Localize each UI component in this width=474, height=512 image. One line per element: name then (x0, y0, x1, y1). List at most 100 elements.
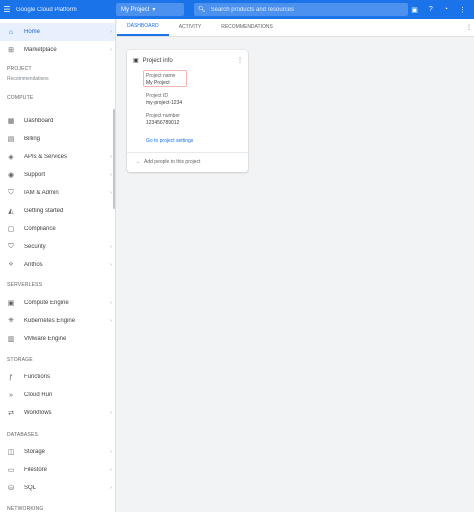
bell-icon[interactable]: ◔ (444, 6, 448, 14)
sidebar-item-compliance[interactable]: ▢ Compliance (0, 220, 115, 238)
sidebar-item-billing[interactable]: ▤ Billing (0, 130, 115, 148)
project-name-value: My Project (146, 80, 170, 86)
grid-icon: ▦ (7, 118, 15, 125)
database-icon: ⛁ (8, 485, 14, 492)
arrow-right-icon: → (135, 159, 140, 165)
card-header: ▣ Project info (133, 57, 173, 65)
project-name: My Project (121, 6, 150, 13)
flow-icon: ⇄ (8, 410, 14, 417)
sidebar-item-marketplace[interactable]: ⊞ Marketplace › (0, 41, 115, 59)
sidebar-item-vmware[interactable]: ▥ VMware Engine (0, 330, 115, 348)
project-number-value: 123456789012 (146, 120, 180, 126)
dashboard-tabs: DASHBOARD ACTIVITY RECOMMENDATIONS ⋮ (117, 19, 474, 37)
section-label-storage: STORAGE (7, 357, 33, 363)
sidebar-item-label: Billing (24, 136, 41, 142)
top-app-bar: ☰ Google Cloud Platform My Project ▾ 🔍︎ … (0, 0, 474, 19)
sidebar-item-workflows[interactable]: ⇄ Workflows › (0, 404, 115, 422)
home-icon: ⌂ (8, 28, 14, 36)
sidebar-item-sql[interactable]: ⛁ SQL › (0, 479, 115, 497)
chevron-down-icon: ▾ (152, 7, 156, 13)
pin-icon[interactable]: › (106, 29, 115, 35)
check-icon: ▢ (7, 226, 15, 233)
cluster-icon: ⎈ (8, 317, 14, 324)
sidebar-item-support[interactable]: ◉ Support › (0, 166, 115, 184)
topbar-actions: ▣ ? ◔ ⋮ (411, 6, 474, 14)
search-icon: 🔍︎ (198, 7, 206, 13)
hamburger-icon[interactable]: ☰ (0, 0, 14, 19)
sidebar-item-label: Anthos (24, 262, 43, 268)
api-icon: ◈ (8, 154, 14, 161)
more-icon[interactable]: ⋮ (459, 6, 466, 14)
cart-icon: ⊞ (8, 47, 14, 54)
info-icon: ▣ (133, 58, 139, 64)
chevron-right-icon: › (110, 300, 112, 306)
chevron-right-icon: › (110, 467, 112, 473)
sidebar-item-label: Security (24, 244, 46, 250)
sidebar-item-dashboard[interactable]: ▦ Dashboard (0, 112, 115, 130)
sidebar-item-storage[interactable]: ◫ Storage › (0, 443, 115, 461)
project-settings-link[interactable]: Go to project settings (146, 138, 193, 144)
sidebar-item-label: APIs & Services (24, 154, 68, 160)
sidebar-item-home[interactable]: ⌂ Home › (0, 23, 115, 41)
more-icon[interactable]: ⋮ (466, 18, 474, 36)
add-people-link[interactable]: → Add people to this project (135, 159, 200, 165)
tab-recommendations[interactable]: RECOMMENDATIONS (211, 18, 283, 36)
sidebar-item-getting-started[interactable]: ◭ Getting started (0, 202, 115, 220)
server-icon: ▥ (7, 336, 15, 343)
sidebar-item-functions[interactable]: ƒ Functions (0, 368, 115, 386)
rocket-icon: ◭ (8, 208, 14, 215)
sidebar-item-label: Home (24, 29, 41, 35)
folder-icon: ▭ (7, 467, 15, 474)
section-label-serverless: SERVERLESS (7, 282, 43, 288)
sidebar-item-label: Functions (24, 374, 51, 380)
support-icon: ◉ (7, 172, 15, 179)
more-icon[interactable]: ⋮ (237, 57, 243, 64)
sidebar-item-label: VMware Engine (24, 336, 67, 342)
pin-icon[interactable]: › (106, 47, 115, 53)
sidebar-item-security[interactable]: ⛉ Security › (0, 238, 115, 256)
search-box[interactable]: 🔍︎ (194, 3, 408, 16)
sidebar-item-filestore[interactable]: ▭ Filestore › (0, 461, 115, 479)
section-label-networking: NETWORKING (7, 506, 44, 512)
chevron-right-icon: › (110, 485, 112, 491)
project-selector[interactable]: My Project ▾ (116, 3, 184, 16)
chevron-right-icon: › (110, 410, 112, 416)
function-icon: ƒ (9, 373, 13, 381)
section-sub-recommendations[interactable]: Recommendations (7, 76, 49, 82)
sidebar-item-label: Compliance (24, 226, 56, 232)
search-input[interactable] (210, 6, 401, 13)
sidebar-item-apis[interactable]: ◈ APIs & Services › (0, 148, 115, 166)
brand-title[interactable]: Google Cloud Platform (16, 7, 110, 13)
sidebar-item-cloud-run[interactable]: » Cloud Run (0, 386, 115, 404)
sidebar-item-label: Kubernetes Engine (24, 318, 76, 324)
tab-dashboard[interactable]: DASHBOARD (117, 18, 169, 36)
gift-icon[interactable]: ▣ (411, 6, 418, 14)
project-number-label: Project number (146, 113, 180, 119)
navigation-sidebar: ⌂ Home › ⊞ Marketplace › PROJECT Recomme… (0, 19, 116, 512)
sidebar-item-label: Cloud Run (24, 392, 53, 398)
project-id-value: my-project-1234 (146, 100, 183, 106)
sidebar-item-kubernetes[interactable]: ⎈ Kubernetes Engine › (0, 312, 115, 330)
sidebar-item-iam[interactable]: ⛉ IAM & Admin › (0, 184, 115, 202)
tab-activity[interactable]: ACTIVITY (169, 18, 212, 36)
sidebar-item-anthos[interactable]: ⟡ Anthos › (0, 256, 115, 274)
sidebar-item-label: SQL (24, 485, 37, 491)
chip-icon: ▣ (7, 300, 15, 307)
sidebar-item-label: Getting started (24, 208, 64, 214)
sidebar-item-label: Workflows (24, 410, 52, 416)
sidebar-item-label: Dashboard (24, 118, 54, 124)
bucket-icon: ◫ (7, 449, 15, 456)
sidebar-item-compute-engine[interactable]: ▣ Compute Engine › (0, 294, 115, 312)
project-id-label: Project ID (146, 93, 168, 99)
lock-icon: ⛉ (8, 243, 14, 250)
help-icon[interactable]: ? (429, 6, 433, 14)
anthos-icon: ⟡ (8, 261, 14, 268)
chevron-right-icon: › (110, 244, 112, 250)
sidebar-item-label: Compute Engine (24, 300, 69, 306)
sidebar-scrollbar[interactable] (113, 109, 115, 209)
project-info-card: ▣ Project info ⋮ Project name My Project… (127, 50, 248, 172)
chevron-right-icon: › (110, 318, 112, 324)
add-people-label: Add people to this project (144, 159, 201, 165)
card-title: Project info (142, 57, 173, 64)
section-label-databases: DATABASES (7, 432, 39, 438)
